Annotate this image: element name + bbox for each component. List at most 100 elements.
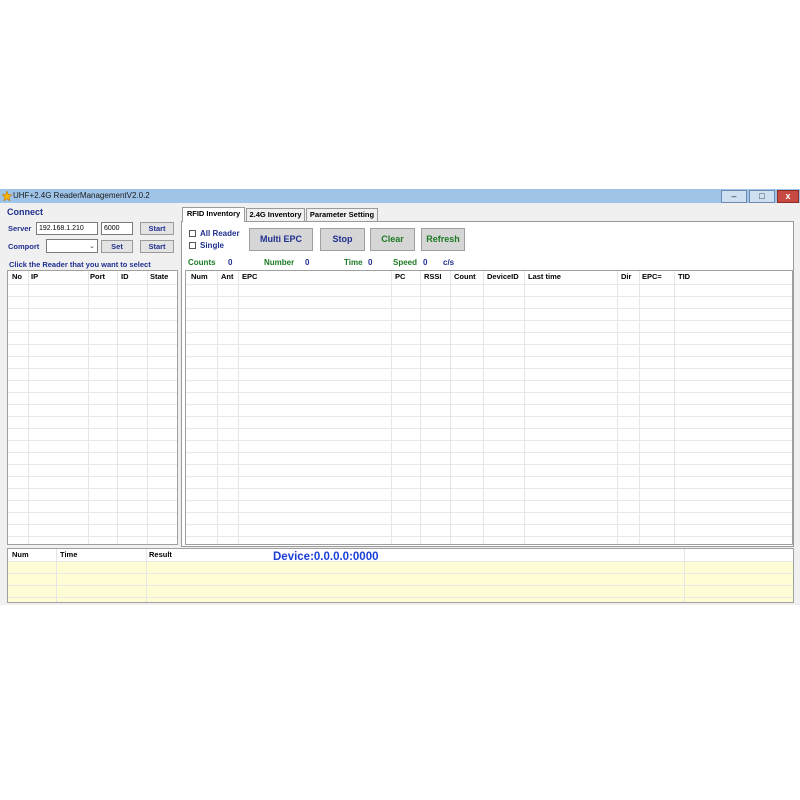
col-header-state[interactable]: State (150, 271, 168, 283)
grid-line (186, 464, 792, 465)
single-checkbox[interactable] (189, 242, 196, 249)
comport-start-button[interactable]: Start (140, 240, 174, 253)
connect-heading: Connect (7, 207, 43, 217)
stop-button[interactable]: Stop (320, 228, 365, 251)
grid-line (186, 416, 792, 417)
comport-set-button[interactable]: Set (101, 240, 133, 253)
grid-line (117, 271, 118, 544)
grid-line (8, 356, 177, 357)
counts-value: 0 (228, 258, 233, 267)
col-header-ip[interactable]: IP (31, 271, 38, 283)
grid-line (8, 452, 177, 453)
speed-unit: c/s (443, 258, 455, 267)
comport-select[interactable]: ⌄ (46, 239, 98, 253)
grid-line (8, 416, 177, 417)
grid-line (186, 284, 792, 285)
grid-line (8, 428, 177, 429)
col-header-epc-eq[interactable]: EPC= (642, 271, 662, 283)
col-header-no[interactable]: No (12, 271, 22, 283)
grid-line (8, 440, 177, 441)
col-header-log-time[interactable]: Time (60, 549, 77, 561)
grid-line (8, 597, 793, 598)
grid-line (8, 464, 177, 465)
server-label: Server (8, 224, 32, 233)
tab-parameter-setting[interactable]: Parameter Setting (306, 208, 378, 221)
grid-line (8, 585, 793, 586)
reader-list-grid[interactable]: No IP Port ID State (7, 270, 178, 545)
app-icon (1, 190, 13, 202)
grid-line (8, 392, 177, 393)
app-window: UHF+2.4G ReaderManagementV2.0.2 – □ x Co… (0, 189, 800, 605)
grid-line (186, 404, 792, 405)
clear-button[interactable]: Clear (370, 228, 415, 251)
col-header-epc[interactable]: EPC (242, 271, 257, 283)
tab-rfid-inventory[interactable]: RFID Inventory (182, 207, 245, 222)
grid-line (186, 368, 792, 369)
grid-line (186, 392, 792, 393)
col-header-tid[interactable]: TID (678, 271, 690, 283)
speed-label: Speed (393, 258, 418, 267)
grid-line (8, 320, 177, 321)
minimize-button[interactable]: – (721, 190, 747, 203)
grid-line (8, 573, 793, 574)
grid-line (217, 271, 218, 544)
col-header-dir[interactable]: Dir (621, 271, 631, 283)
select-reader-hint: Click the Reader that you want to select (9, 260, 151, 269)
grid-line (186, 428, 792, 429)
grid-line (450, 271, 451, 544)
maximize-button[interactable]: □ (749, 190, 775, 203)
grid-line (483, 271, 484, 544)
server-start-button[interactable]: Start (140, 222, 174, 235)
grid-line (420, 271, 421, 544)
speed-value: 0 (423, 258, 428, 267)
tab-24g-inventory[interactable]: 2.4G Inventory (246, 208, 305, 221)
grid-line (8, 561, 793, 562)
col-header-last-time[interactable]: Last time (528, 271, 561, 283)
col-header-deviceid[interactable]: DeviceID (487, 271, 519, 283)
grid-line (186, 440, 792, 441)
counts-label: Counts (188, 258, 216, 267)
single-label: Single (200, 241, 225, 250)
multi-epc-button[interactable]: Multi EPC (249, 228, 313, 251)
col-header-port[interactable]: Port (90, 271, 105, 283)
grid-line (186, 296, 792, 297)
refresh-button[interactable]: Refresh (421, 228, 465, 251)
server-port-input[interactable]: 6000 (101, 222, 133, 235)
server-ip-input[interactable]: 192.168.1.210 (36, 222, 98, 235)
grid-line (684, 549, 685, 602)
grid-line (8, 344, 177, 345)
grid-line (28, 271, 29, 544)
grid-line (186, 524, 792, 525)
col-header-log-result[interactable]: Result (149, 549, 172, 561)
grid-line (186, 512, 792, 513)
col-header-count[interactable]: Count (454, 271, 476, 283)
all-reader-checkbox[interactable] (189, 230, 196, 237)
log-grid[interactable]: Num Time Result Device:0.0.0.0:0000 (7, 548, 794, 603)
grid-line (146, 549, 147, 602)
grid-line (8, 500, 177, 501)
inventory-grid[interactable]: Num Ant EPC PC RSSI Count DeviceID Last time Dir… (185, 270, 793, 545)
grid-line (186, 332, 792, 333)
grid-line (8, 524, 177, 525)
col-header-log-num[interactable]: Num (12, 549, 29, 561)
grid-line (56, 549, 57, 602)
grid-line (8, 476, 177, 477)
grid-line (186, 308, 792, 309)
close-button[interactable]: x (777, 190, 799, 203)
col-header-ant[interactable]: Ant (221, 271, 234, 283)
grid-line (186, 320, 792, 321)
device-label: Device:0.0.0.0:0000 (273, 551, 379, 563)
number-label: Number (264, 258, 295, 267)
grid-line (639, 271, 640, 544)
col-header-pc[interactable]: PC (395, 271, 405, 283)
col-header-id[interactable]: ID (121, 271, 129, 283)
grid-line (391, 271, 392, 544)
col-header-rssi[interactable]: RSSI (424, 271, 442, 283)
grid-line (186, 356, 792, 357)
grid-line (8, 368, 177, 369)
time-label: Time (344, 258, 363, 267)
col-header-num[interactable]: Num (191, 271, 208, 283)
grid-line (186, 500, 792, 501)
title-bar[interactable]: UHF+2.4G ReaderManagementV2.0.2 – □ x (0, 189, 800, 203)
all-reader-label: All Reader (200, 229, 240, 238)
